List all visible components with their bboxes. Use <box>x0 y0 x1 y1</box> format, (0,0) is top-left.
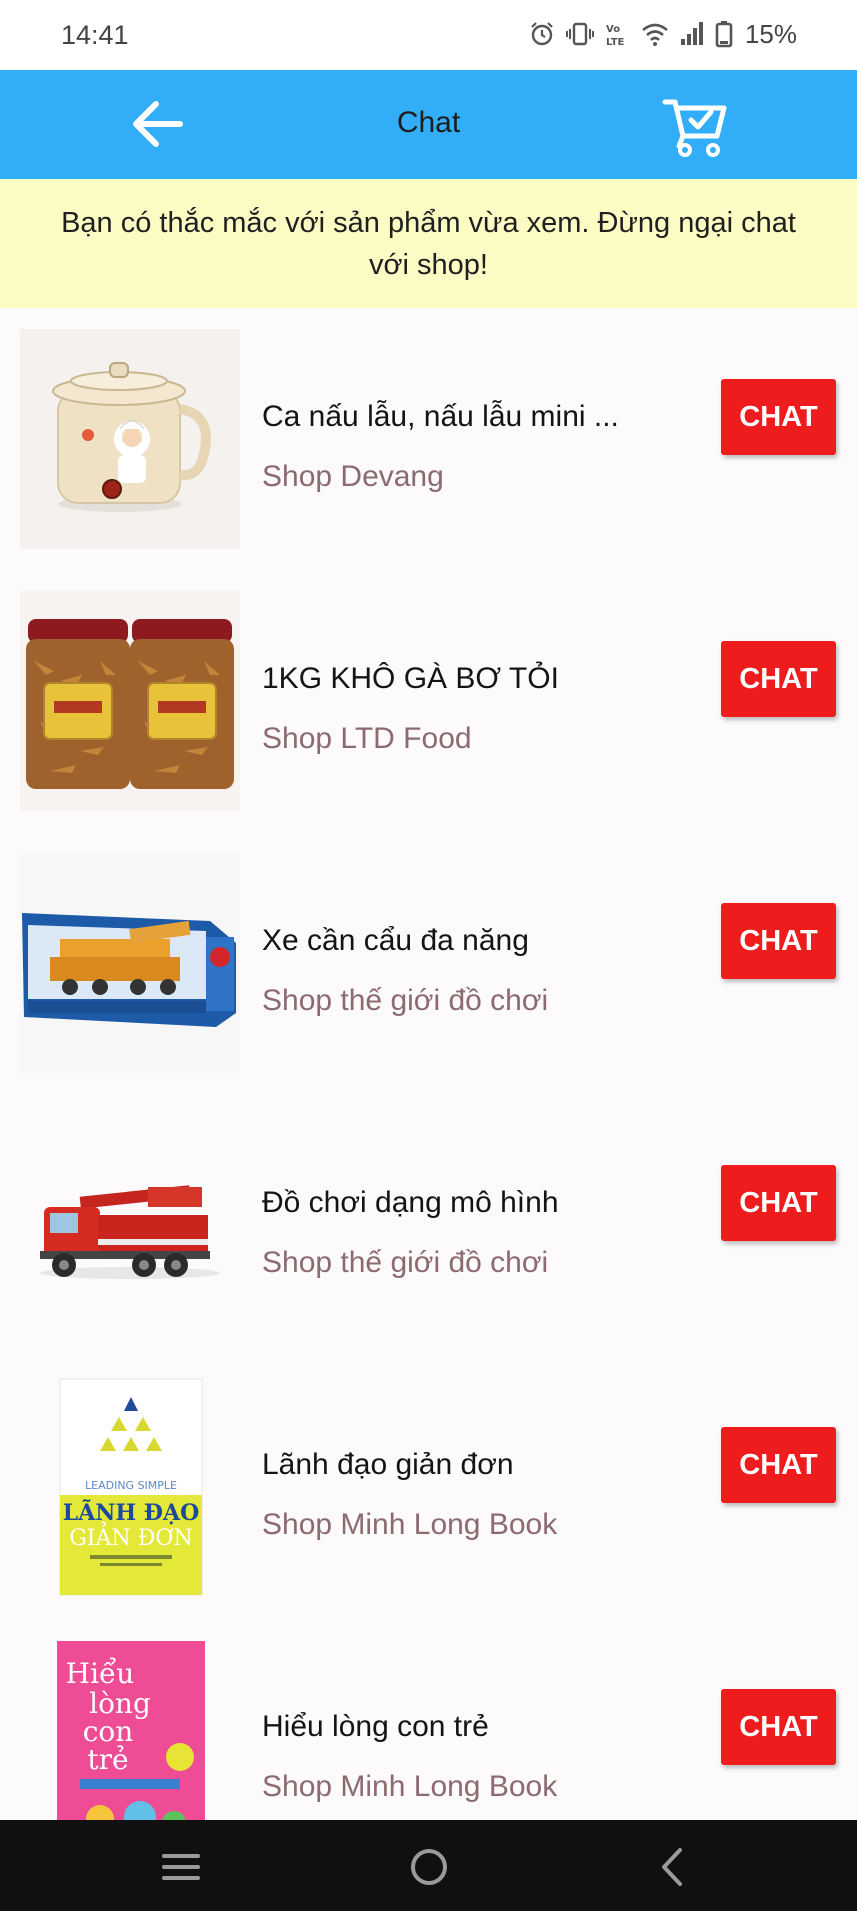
list-item[interactable]: 1KG KHÔ GÀ BƠ TỎI Shop LTD Food CHAT <box>0 570 857 832</box>
battery-icon <box>715 21 733 48</box>
product-name: Xe cần cẩu đa năng <box>262 924 529 957</box>
book-cover-title: LÃNH ĐẠO <box>63 1499 200 1526</box>
home-button[interactable] <box>404 1842 454 1892</box>
product-name: Ca nấu lẫu, nấu lẫu mini ... <box>262 400 619 433</box>
chat-button[interactable]: CHAT <box>721 379 836 455</box>
shop-name: Shop thế giới đồ chơi <box>262 1246 549 1279</box>
fire-truck-toy-image <box>20 1115 240 1335</box>
status-icons: Vo LTE 15% <box>529 16 797 52</box>
status-bar: 14:41 Vo LTE 15% <box>0 0 857 70</box>
nav-back-button[interactable] <box>648 1842 698 1892</box>
app-header: Chat <box>0 70 857 179</box>
status-time: 14:41 <box>61 20 129 50</box>
menu-icon <box>162 1854 200 1880</box>
shop-name: Shop thế giới đồ chơi <box>262 984 549 1017</box>
chat-button[interactable]: CHAT <box>721 1427 836 1503</box>
recent-apps-button[interactable] <box>156 1842 206 1892</box>
book-cover-title-2: GIẢN ĐƠN <box>69 1521 192 1551</box>
dried-chicken-jars-image <box>20 591 240 811</box>
product-name: Hiểu lòng con trẻ <box>262 1710 489 1743</box>
cart-check-icon <box>662 99 727 157</box>
product-name: Lãnh đạo giản đơn <box>262 1448 514 1481</box>
list-item[interactable]: Xe cần cẩu đa năng Shop thế giới đồ chơi… <box>0 832 857 1094</box>
chat-button[interactable]: CHAT <box>721 1165 836 1241</box>
chat-button[interactable]: CHAT <box>721 903 836 979</box>
book-cover-title: Hiểu <box>66 1657 135 1690</box>
list-item[interactable]: Ca nấu lẫu, nấu lẫu mini ... Shop Devang… <box>0 308 857 570</box>
svg-text:Vo: Vo <box>606 24 620 35</box>
chat-button[interactable]: CHAT <box>721 641 836 717</box>
book-cover-title-4: trẻ <box>87 1743 128 1776</box>
notice-text: Bạn có thắc mắc với sản phẩm vừa xem. Đừ… <box>61 206 796 281</box>
list-item[interactable]: LEADING SIMPLE LÃNH ĐẠO GIẢN ĐƠN Lãnh đạ… <box>0 1356 857 1618</box>
chat-button[interactable]: CHAT <box>721 1689 836 1765</box>
shop-name: Shop Devang <box>262 460 444 493</box>
product-name: Đồ chơi dạng mô hình <box>262 1186 559 1219</box>
crane-truck-box-image <box>20 853 240 1073</box>
list-item[interactable]: Đồ chơi dạng mô hình Shop thế giới đồ ch… <box>0 1094 857 1356</box>
home-icon <box>411 1849 447 1885</box>
shop-name: Shop Minh Long Book <box>262 1770 558 1803</box>
cart-button[interactable] <box>661 90 731 160</box>
book-lanh-dao-image: LEADING SIMPLE LÃNH ĐẠO GIẢN ĐƠN <box>20 1377 240 1597</box>
svg-text:LTE: LTE <box>606 37 625 48</box>
shop-name: Shop Minh Long Book <box>262 1508 558 1541</box>
alarm-icon <box>531 22 553 46</box>
system-nav-bar <box>0 1820 857 1911</box>
volte-icon: Vo LTE <box>606 24 625 48</box>
book-cover-subtitle: LEADING SIMPLE <box>85 1479 177 1492</box>
battery-percent: 15% <box>744 18 797 49</box>
vibrate-icon <box>565 22 594 46</box>
signal-icon <box>680 22 703 45</box>
back-icon <box>662 1848 682 1886</box>
product-name: 1KG KHÔ GÀ BƠ TỎI <box>262 662 559 695</box>
shop-name: Shop LTD Food <box>262 722 472 755</box>
notice-banner: Bạn có thắc mắc với sản phẩm vừa xem. Đừ… <box>0 179 857 308</box>
wifi-icon <box>642 23 668 46</box>
rice-cooker-image <box>20 329 240 549</box>
